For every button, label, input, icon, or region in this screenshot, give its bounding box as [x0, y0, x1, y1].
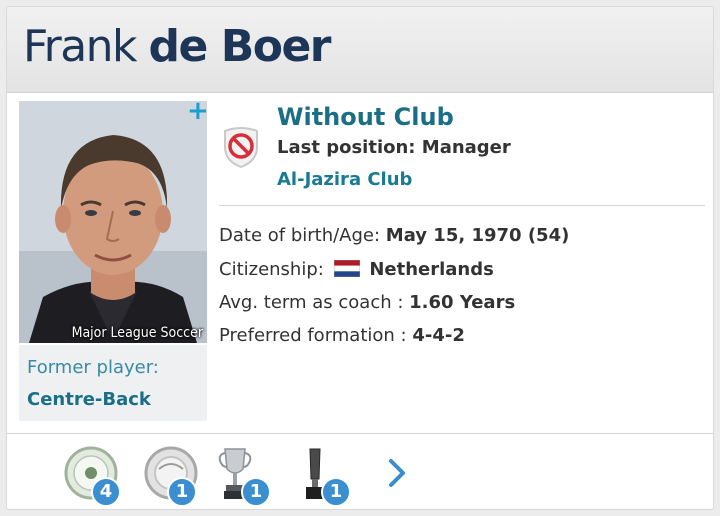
citizenship-label: Citizenship:: [219, 259, 324, 280]
last-club-link[interactable]: Al-Jazira Club: [277, 169, 412, 190]
trophy-count-badge: 1: [167, 477, 197, 507]
player-last-name: de Boer: [148, 21, 332, 72]
citizenship-row: Citizenship: Netherlands: [219, 259, 494, 282]
dob-row: Date of birth/Age: May 15, 1970 (54): [219, 225, 569, 246]
formation-value: 4-4-2: [412, 325, 465, 346]
add-plus-icon[interactable]: +: [187, 101, 207, 124]
player-photo[interactable]: + Major League Soccer: [19, 101, 207, 343]
bottom-divider: [7, 433, 713, 434]
last-position-value: Manager: [421, 137, 511, 158]
portrait-image: [19, 101, 207, 343]
profile-header: Frank de Boer: [7, 7, 713, 93]
formation-row: Preferred formation : 4-4-2: [219, 325, 465, 346]
club-status: Without Club: [277, 103, 454, 131]
next-arrow-icon[interactable]: [385, 455, 409, 491]
player-name: Frank de Boer: [23, 21, 332, 72]
avg-term-value: 1.60 Years: [409, 292, 516, 313]
netherlands-flag-icon: [333, 259, 360, 282]
dob-label: Date of birth/Age:: [219, 225, 381, 246]
former-player-label: Former player:: [27, 357, 159, 378]
no-club-icon: [221, 125, 261, 173]
avg-term-row: Avg. term as coach : 1.60 Years: [219, 292, 515, 313]
divider: [219, 205, 705, 206]
avg-term-label: Avg. term as coach :: [219, 292, 404, 313]
formation-label: Preferred formation :: [219, 325, 407, 346]
former-player-box: Former player: Centre-Back: [19, 345, 207, 421]
photo-caption: Major League Soccer: [71, 325, 203, 341]
citizenship-value[interactable]: Netherlands: [369, 259, 494, 280]
trophy-count-badge: 1: [241, 477, 271, 507]
profile-card: Frank de Boer + Major League Soccer Form…: [6, 6, 714, 510]
dob-value: May 15, 1970 (54): [385, 225, 570, 246]
former-player-position[interactable]: Centre-Back: [27, 389, 151, 410]
trophy-item[interactable]: 4: [63, 445, 123, 507]
trophy-item[interactable]: 1: [215, 445, 275, 507]
trophy-count-badge: 4: [91, 477, 121, 507]
trophy-item[interactable]: 1: [295, 445, 355, 507]
trophy-item[interactable]: 1: [143, 445, 203, 507]
last-position-label: Last position:: [277, 137, 416, 158]
trophy-count-badge: 1: [321, 477, 351, 507]
player-first-name: Frank: [23, 21, 138, 72]
last-position: Last position: Manager: [277, 137, 511, 158]
